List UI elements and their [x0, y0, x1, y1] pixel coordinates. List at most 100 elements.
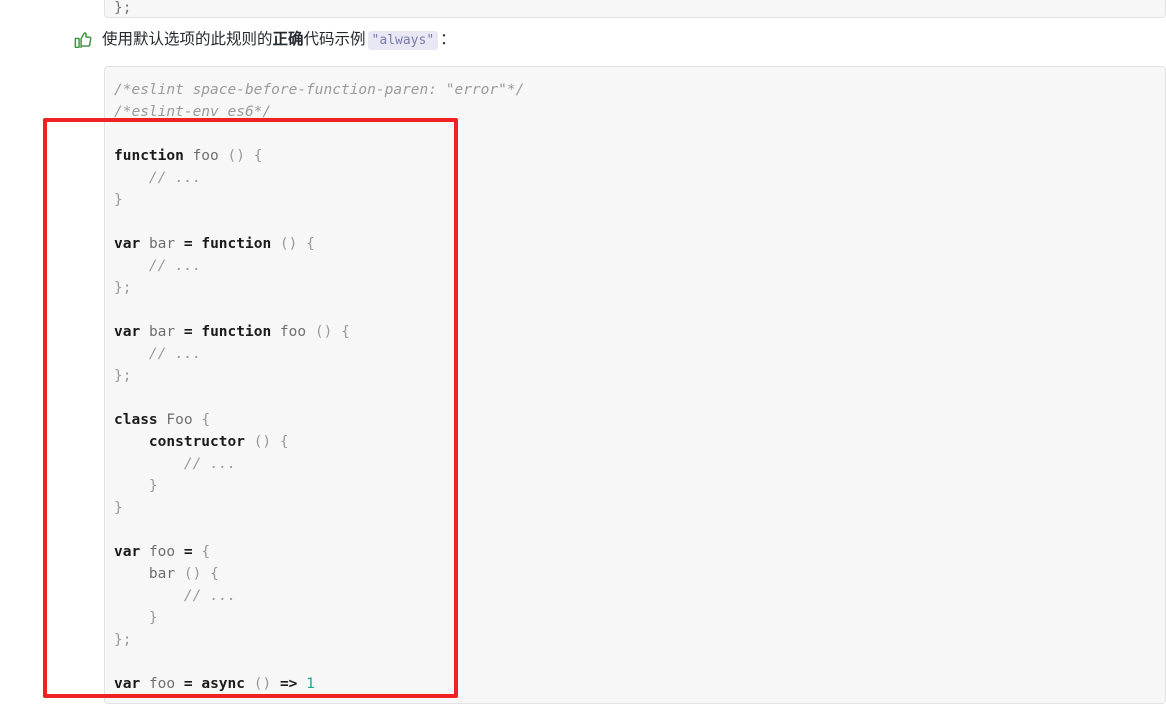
code-content: /*eslint space-before-function-paren: "e…: [114, 79, 1165, 695]
code-token: // ...: [183, 456, 237, 472]
code-token: (): [279, 236, 298, 252]
code-token: (): [183, 566, 202, 582]
caption-text-end: ：: [440, 31, 456, 48]
caption-text-before: 使用默认选项的此规则的: [102, 31, 273, 48]
code-token: // ...: [148, 170, 202, 186]
inline-code-always: "always": [367, 31, 439, 50]
code-token: };: [114, 280, 132, 296]
code-block-previous: } };: [104, 0, 1166, 18]
code-token: (): [253, 676, 272, 692]
code-line: };: [114, 365, 1165, 387]
code-line: class Foo {: [114, 409, 1165, 431]
code-token: }: [114, 610, 158, 626]
code-token: var: [114, 676, 141, 692]
code-token: {: [201, 544, 211, 560]
code-token: foo: [279, 324, 307, 340]
code-line: };: [114, 629, 1165, 651]
caption-text-bold: 正确: [272, 31, 304, 48]
code-token: (): [314, 324, 333, 340]
page-root: } }; 使用默认选项的此规则的正确代码示例"always"： /*eslint…: [0, 0, 1166, 723]
code-line: }: [114, 497, 1165, 519]
code-line: // ...: [114, 453, 1165, 475]
code-token: // ...: [183, 588, 237, 604]
code-line: /*eslint space-before-function-paren: "e…: [114, 79, 1165, 101]
code-line: var foo = async () => 1: [114, 673, 1165, 695]
code-token: {: [253, 148, 263, 164]
code-line: bar () {: [114, 563, 1165, 585]
code-token: var: [114, 236, 141, 252]
code-token: }: [114, 192, 123, 208]
code-token: {: [210, 566, 219, 582]
code-token: Foo: [166, 412, 193, 428]
code-line: }: [114, 607, 1165, 629]
page-bottom-gutter: [0, 705, 1166, 723]
code-line: // ...: [114, 167, 1165, 189]
code-line: };: [114, 277, 1165, 299]
code-line: function foo () {: [114, 145, 1165, 167]
code-token: 1: [306, 676, 315, 692]
code-token: =: [183, 544, 193, 560]
code-token: function: [201, 324, 272, 340]
example-caption: 使用默认选项的此规则的正确代码示例 "always"：: [74, 28, 456, 54]
code-token: foo: [148, 676, 176, 692]
code-token: function: [201, 236, 272, 252]
code-token: /*eslint space-before-function-paren: "e…: [114, 82, 525, 98]
code-token: (): [227, 148, 245, 164]
code-line: };: [114, 0, 132, 16]
code-token: =: [183, 236, 193, 252]
code-token: class: [114, 412, 158, 428]
code-line: // ...: [114, 585, 1165, 607]
code-token: /*eslint-env es6*/: [114, 104, 272, 120]
code-token: }: [114, 478, 158, 494]
code-token: foo: [148, 544, 176, 560]
code-line: var bar = function () {: [114, 233, 1165, 255]
code-line: var bar = function foo () {: [114, 321, 1165, 343]
code-token: {: [279, 434, 289, 450]
code-line: }: [114, 189, 1165, 211]
code-token: =: [183, 676, 193, 692]
code-token: foo: [192, 148, 219, 164]
code-token: var: [114, 324, 141, 340]
code-token: {: [201, 412, 211, 428]
code-line: }: [114, 475, 1165, 497]
code-line: constructor () {: [114, 431, 1165, 453]
code-token: =: [183, 324, 193, 340]
code-token: =>: [279, 676, 298, 692]
code-token: var: [114, 544, 141, 560]
code-line: var foo = {: [114, 541, 1165, 563]
caption-text-after: 代码示例: [303, 31, 366, 48]
caption-text: 使用默认选项的此规则的正确代码示例 "always"：: [102, 28, 456, 53]
code-line: /*eslint-env es6*/: [114, 101, 1165, 123]
